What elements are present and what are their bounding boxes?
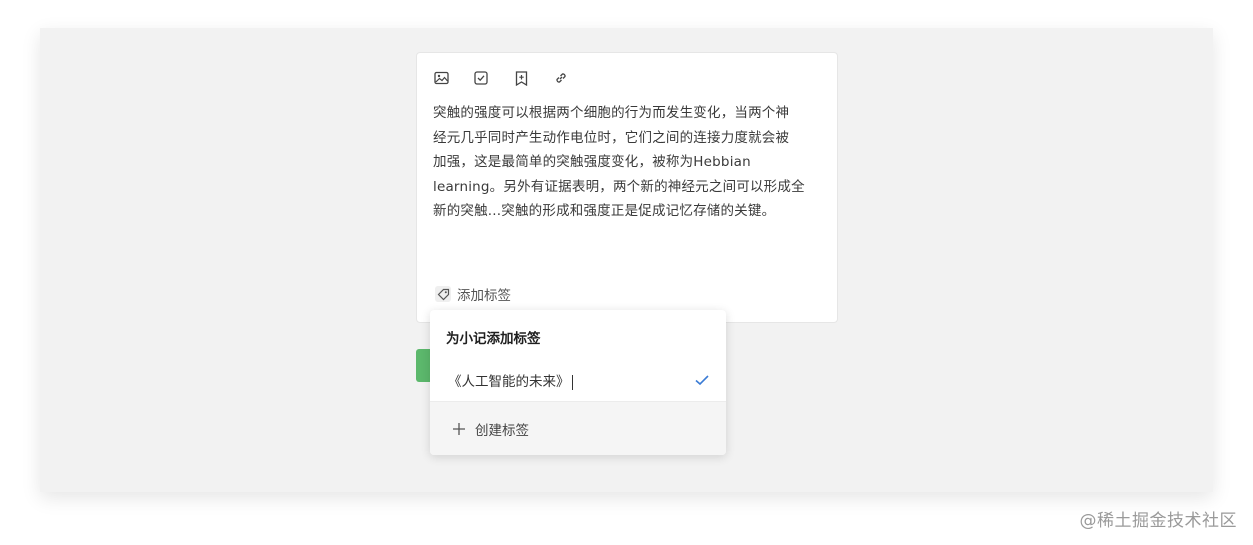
text-cursor (571, 374, 573, 390)
note-content[interactable]: 突触的强度可以根据两个细胞的行为而发生变化，当两个神 经元几乎同时产生动作电位时… (433, 101, 813, 224)
note-line: 新的突触...突触的形成和强度正是促成记忆存储的关键。 (433, 203, 776, 219)
note-line: 经元几乎同时产生动作电位时，它们之间的连接力度就会被 (433, 129, 790, 146)
plus-icon (452, 421, 466, 440)
tag-option-name: 《人工智能的未来》 (448, 374, 570, 390)
note-card: 突触的强度可以根据两个细胞的行为而发生变化，当两个神 经元几乎同时产生动作电位时… (416, 52, 838, 323)
watermark: @稀土掘金技术社区 (1079, 511, 1237, 531)
add-tag-label: 添加标签 (457, 288, 511, 304)
tag-popover: 为小记添加标签 《人工智能的未来》 创建标签 (430, 310, 726, 455)
create-tag-label: 创建标签 (475, 422, 529, 439)
bookmark-icon[interactable] (513, 70, 529, 86)
link-icon[interactable] (553, 70, 569, 86)
popover-title: 为小记添加标签 (446, 331, 541, 347)
note-line: 加强，这是最简单的突触强度变化，被称为Hebbian (433, 154, 751, 170)
editor-toolbar (433, 70, 569, 86)
checkbox-icon[interactable] (473, 70, 489, 86)
tag-option-item[interactable]: 《人工智能的未来》 (430, 358, 726, 402)
image-icon[interactable] (433, 70, 449, 86)
note-line: 突触的强度可以根据两个细胞的行为而发生变化，当两个神 (433, 105, 790, 121)
create-tag-button[interactable]: 创建标签 (430, 402, 726, 455)
note-line: learning。另外有证据表明，两个新的神经元之间可以形成全 (433, 178, 805, 195)
tag-icon (435, 286, 451, 302)
check-icon (694, 372, 710, 391)
add-tag-button[interactable]: 添加标签 (431, 282, 515, 306)
